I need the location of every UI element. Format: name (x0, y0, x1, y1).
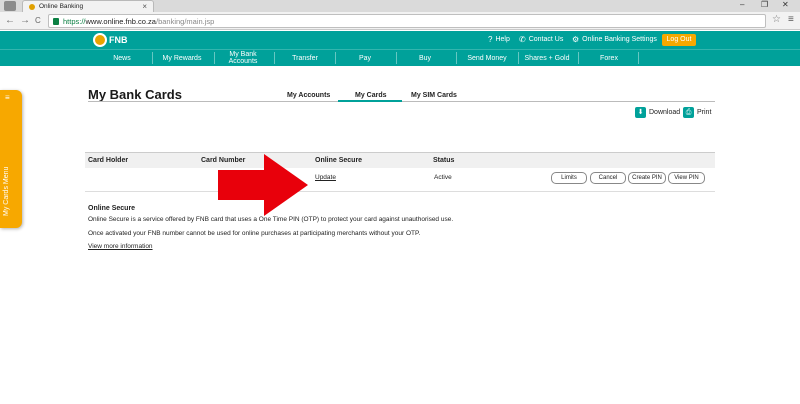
nav-shares-gold[interactable]: Shares + Gold (524, 50, 570, 66)
table-header: Card Holder Card Number Online Secure St… (85, 152, 715, 168)
logout-button[interactable]: Log Out (662, 34, 696, 46)
reload-icon[interactable]: C (35, 16, 41, 25)
red-arrow-annotation (218, 154, 308, 216)
close-window-icon[interactable]: ✕ (782, 0, 789, 9)
bookmark-star-icon[interactable]: ☆ (772, 14, 781, 25)
my-cards-side-menu[interactable]: ≡ My Cards Menu (0, 90, 22, 228)
view-pin-button[interactable]: View PIN (668, 172, 705, 184)
header-card-holder: Card Holder (88, 157, 129, 164)
info-line-2: Once activated your FNB number cannot be… (88, 230, 421, 237)
tab-title: Online Banking (39, 3, 84, 10)
info-heading: Online Secure (88, 205, 136, 212)
active-tab-indicator (338, 100, 402, 102)
side-menu-label: My Cards Menu (3, 166, 10, 216)
gear-icon: ⚙ (572, 35, 580, 44)
tab-close-icon[interactable]: × (142, 2, 147, 11)
header-online-secure: Online Secure (315, 157, 363, 164)
nav-pay[interactable]: Pay (340, 50, 390, 66)
nav-send-money[interactable]: Send Money (460, 50, 514, 66)
browser-tab[interactable]: Online Banking × (22, 0, 154, 12)
settings-link[interactable]: ⚙ Online Banking Settings (572, 35, 657, 44)
download-button[interactable]: ⬇ Download (635, 107, 680, 118)
fnb-tree-icon (93, 33, 107, 47)
help-icon: ? (488, 35, 493, 44)
tab-my-accounts[interactable]: My Accounts (287, 92, 330, 99)
fnb-favicon-icon (29, 4, 35, 10)
contact-us-link[interactable]: ✆ Contact Us (519, 35, 563, 44)
nav-forex[interactable]: Forex (584, 50, 634, 66)
info-line-1: Online Secure is a service offered by FN… (88, 216, 454, 223)
nav-my-rewards[interactable]: My Rewards (156, 50, 208, 66)
download-icon: ⬇ (635, 107, 646, 118)
view-more-information-link[interactable]: View more information (88, 243, 153, 250)
tab-my-cards[interactable]: My Cards (355, 92, 387, 99)
profile-icon[interactable] (4, 1, 16, 11)
minimize-icon[interactable]: – (740, 0, 744, 9)
limits-button[interactable]: Limits (551, 172, 587, 184)
print-icon: ⎙ (683, 107, 694, 118)
logo-text: FNB (109, 35, 128, 45)
hamburger-icon: ≡ (5, 93, 10, 102)
nav-transfer[interactable]: Transfer (280, 50, 330, 66)
main-nav: News My Rewards My Bank Accounts Transfe… (0, 49, 800, 66)
print-button[interactable]: ⎙ Print (683, 107, 711, 118)
url-input[interactable]: https://www.online.fnb.co.za/banking/mai… (48, 14, 766, 28)
fnb-logo[interactable]: FNB (93, 33, 128, 47)
back-icon[interactable]: ← (5, 15, 15, 26)
status-cell: Active (434, 174, 452, 181)
browser-menu-icon[interactable]: ≡ (788, 14, 794, 25)
restore-icon[interactable]: ❐ (761, 0, 768, 9)
phone-icon: ✆ (519, 35, 526, 44)
lock-icon (53, 18, 59, 25)
page-title: My Bank Cards (88, 87, 182, 102)
header-status: Status (433, 157, 455, 164)
nav-buy[interactable]: Buy (400, 50, 450, 66)
nav-news[interactable]: News (98, 50, 146, 66)
url-text: https://www.online.fnb.co.za/banking/mai… (63, 17, 215, 26)
nav-my-bank-accounts[interactable]: My Bank Accounts (220, 50, 266, 66)
online-secure-info: Online Secure Online Secure is a service… (88, 205, 453, 250)
help-link[interactable]: ? Help (488, 35, 510, 44)
cancel-card-button[interactable]: Cancel (590, 172, 626, 184)
fnb-header: FNB ? Help ✆ Contact Us ⚙ Online Banking… (0, 31, 800, 49)
forward-icon[interactable]: → (20, 15, 30, 26)
tab-my-sim-cards[interactable]: My SIM Cards (411, 92, 457, 99)
online-secure-update-link[interactable]: Update (315, 174, 336, 181)
browser-tab-strip: Online Banking × – ❐ ✕ (0, 0, 800, 12)
address-bar-area: ← → C https://www.online.fnb.co.za/banki… (0, 12, 800, 30)
create-pin-button[interactable]: Create PIN (628, 172, 666, 184)
